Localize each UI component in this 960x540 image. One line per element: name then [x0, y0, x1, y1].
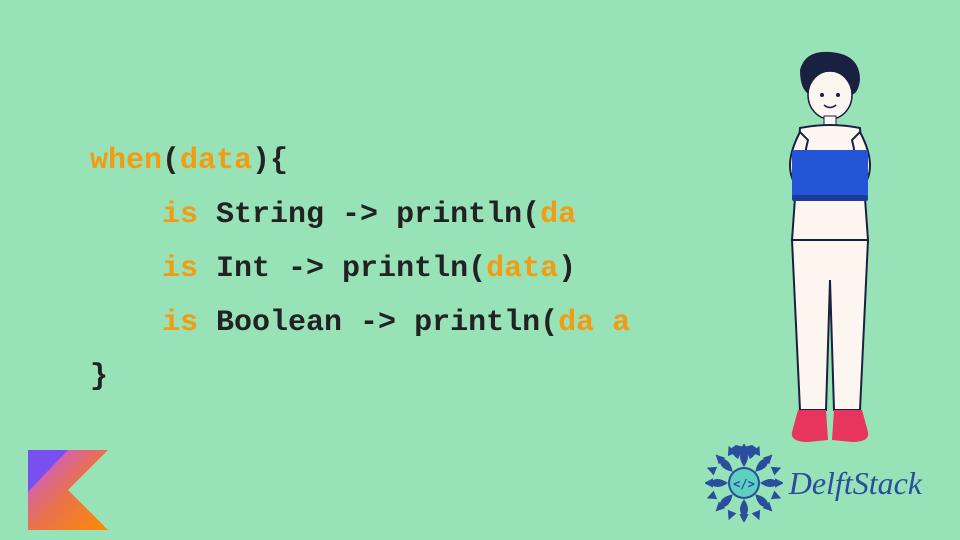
type-boolean: Boolean -> println(: [198, 306, 558, 340]
person-with-laptop-illustration: [730, 40, 920, 460]
code-line-2: is String -> println(da: [90, 198, 576, 232]
delftstack-brand: </> DelftStack: [705, 444, 922, 522]
indent: [90, 198, 162, 232]
arg-data: da: [540, 198, 576, 232]
kotlin-logo-icon: [28, 450, 108, 530]
keyword-is: is: [162, 198, 198, 232]
keyword-when: when: [90, 144, 162, 178]
code-line-5: }: [90, 360, 108, 394]
keyword-is: is: [162, 306, 198, 340]
indent: [90, 306, 162, 340]
svg-text:</>: </>: [733, 477, 755, 491]
code-line-4: is Boolean -> println(da a: [90, 306, 630, 340]
line-end: ): [558, 252, 576, 286]
close-brace: }: [90, 360, 108, 394]
keyword-is: is: [162, 252, 198, 286]
paren-brace: ){: [252, 144, 288, 178]
arg-data: data: [180, 144, 252, 178]
arg-data: da a: [558, 306, 630, 340]
code-snippet: when(data){ is String -> println(da is I…: [90, 80, 630, 404]
code-line-3: is Int -> println(data): [90, 252, 576, 286]
delft-mandala-icon: </>: [705, 444, 783, 522]
type-string: String -> println(: [198, 198, 540, 232]
paren-open: (: [162, 144, 180, 178]
type-int: Int -> println(: [198, 252, 486, 286]
arg-data: data: [486, 252, 558, 286]
brand-name: DelftStack: [789, 465, 922, 502]
code-line-1: when(data){: [90, 144, 288, 178]
indent: [90, 252, 162, 286]
